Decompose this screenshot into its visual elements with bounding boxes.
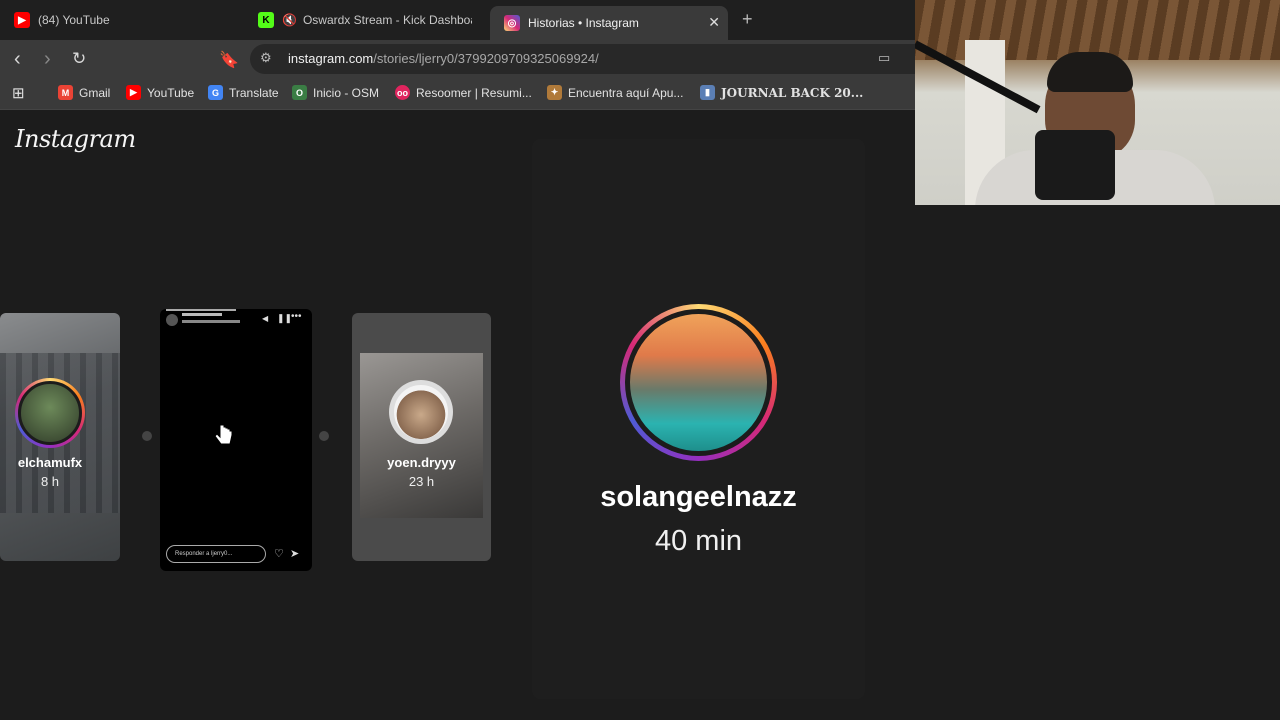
mute-icon[interactable]: ◀ [262,314,268,323]
bookmark-osm[interactable]: O Inicio - OSM [292,85,379,100]
apps-grid-icon[interactable]: ⊞ [12,84,25,102]
more-options-icon[interactable]: ••• [291,311,302,322]
resoomer-icon: oo [395,85,410,100]
journal-icon: ▮ [700,85,715,100]
featured-time: 40 min [654,525,743,557]
new-tab-icon[interactable]: + [742,9,753,30]
bookmark-apuntes[interactable]: ✦ Encuentra aquí Apu... [547,85,683,100]
reply-input[interactable]: Responder a ljerry0... [166,545,266,563]
reload-icon[interactable]: ↻ [72,49,86,69]
forward-arrow-icon[interactable]: › [44,48,51,71]
story-avatar-ring-seen [389,380,453,444]
webcam-overlay [915,0,1280,205]
osm-icon: O [292,85,307,100]
person-hair [1047,52,1133,92]
avatar[interactable] [625,309,772,456]
active-story[interactable]: ◀ ❚❚ ••• Responder a ljerry0... ♡ ➤ [160,309,312,571]
gmail-icon: M [58,85,73,100]
bookmark-youtube[interactable]: ▶ YouTube [126,85,194,100]
instagram-logo[interactable]: Instagram [15,125,136,153]
story-username: elchamufx [17,455,83,470]
kick-tab-icon: K [258,12,274,28]
bookmark-journal[interactable]: ▮ JOURNAL BACK 20... [700,85,863,100]
avatar [18,381,82,445]
address-bar[interactable]: ⚙ instagram.com/stories/ljerry0/37992097… [250,44,915,74]
bookmark-label: JOURNAL BACK 20... [721,85,864,100]
bookmark-label: Resoomer | Resumi... [416,85,532,100]
featured-avatar-ring [620,304,777,461]
story-time: 23 h [408,474,435,489]
story-progress-bar [166,309,236,311]
story-username: yoen.dryyy [387,455,456,470]
url-text[interactable]: instagram.com/stories/ljerry0/3799209709… [288,51,599,66]
bookmark-gmail[interactable]: M Gmail [58,85,110,100]
story-avatar-ring [15,378,85,448]
story-time: 8 h [40,474,60,489]
tab-title: (84) YouTube [38,13,110,27]
story-header-text [182,313,222,316]
bookmark-icon[interactable]: 🔖 [219,50,239,70]
browser-toolbar: ‹ › ↻ 🔖 ⚙ instagram.com/stories/ljerry0/… [0,40,915,78]
featured-username[interactable]: solangeelnazz [532,481,865,514]
tab-youtube[interactable]: ▶ (84) YouTube [0,6,250,34]
send-icon[interactable]: ➤ [290,547,299,560]
bookmark-label: Gmail [79,85,111,100]
tab-kick[interactable]: K 🔇 Oswardx Stream - Kick Dashboard [244,6,472,34]
prev-story-dot[interactable] [142,431,152,441]
avatar[interactable] [166,314,178,326]
bookmark-label: Translate [229,85,279,100]
close-tab-icon[interactable]: ✕ [708,14,720,31]
microphone [1035,130,1115,200]
heart-icon[interactable]: ♡ [274,547,284,560]
bookmarks-bar: ⊞ M Gmail ▶ YouTube G Translate O Inicio… [0,78,915,110]
bookmark-resoomer[interactable]: oo Resoomer | Resumi... [395,85,532,100]
avatar [391,382,451,442]
bookmark-translate[interactable]: G Translate [208,85,279,100]
tab-title: Oswardx Stream - Kick Dashboard [302,13,472,27]
bookmark-label: Encuentra aquí Apu... [568,85,684,100]
site-settings-icon[interactable]: ⚙ [260,50,272,66]
story-subheader-text [182,320,240,323]
tab-title: Historias • Instagram [528,16,639,30]
cast-icon[interactable]: ▭ [878,50,890,66]
next-story-dot[interactable] [319,431,329,441]
pause-icon[interactable]: ❚❚ [277,313,292,324]
back-arrow-icon[interactable]: ‹ [14,48,21,71]
bookmark-label: YouTube [147,85,195,100]
instagram-tab-icon: ◎ [504,15,520,31]
tab-instagram[interactable]: ◎ Historias • Instagram ✕ [490,6,728,40]
apuntes-icon: ✦ [547,85,562,100]
bookmark-label: Inicio - OSM [313,85,380,100]
youtube-tab-icon: ▶ [14,12,30,28]
youtube-icon: ▶ [126,85,141,100]
muted-icon[interactable]: 🔇 [282,13,297,27]
tab-bar: ▶ (84) YouTube K 🔇 Oswardx Stream - Kick… [0,0,915,40]
translate-icon: G [208,85,223,100]
hand-cursor-icon [214,424,233,445]
